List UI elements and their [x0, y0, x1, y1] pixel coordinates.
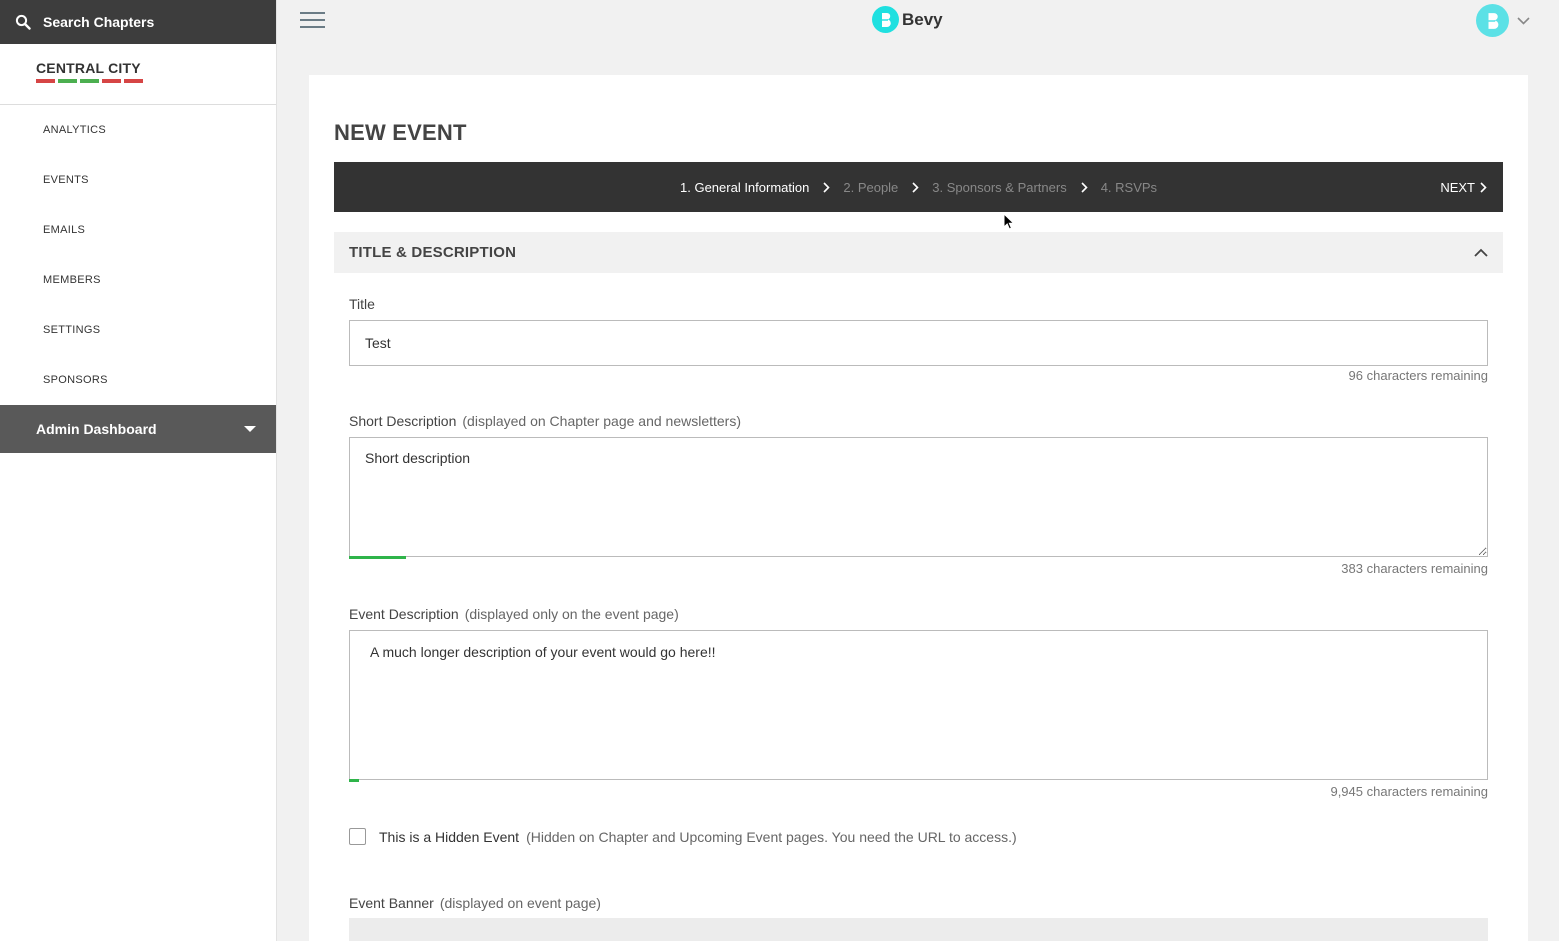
step-people[interactable]: 2. People: [843, 180, 898, 195]
event-banner-label: Event Banner: [349, 895, 434, 911]
next-button[interactable]: NEXT: [1440, 162, 1487, 212]
chevron-up-icon: [1474, 248, 1488, 257]
chapter-stripes: [36, 79, 276, 83]
chapter-stripe: [102, 79, 121, 83]
event-description-remaining: 9,945 characters remaining: [1330, 784, 1488, 799]
search-chapters-button[interactable]: Search Chapters: [0, 0, 276, 44]
hidden-event-hint: (Hidden on Chapter and Upcoming Event pa…: [526, 828, 1017, 845]
mouse-cursor-icon: [1003, 212, 1015, 235]
title-remaining: 96 characters remaining: [1348, 368, 1488, 383]
step-rsvps[interactable]: 4. RSVPs: [1101, 180, 1157, 195]
event-banner-hint: (displayed on event page): [439, 895, 601, 911]
chapter-header[interactable]: CENTRAL CITY: [0, 44, 276, 105]
sidebar-item-emails[interactable]: EMAILS: [0, 205, 276, 255]
event-description-editor[interactable]: A much longer description of your event …: [349, 630, 1488, 780]
chapter-stripe: [58, 79, 77, 83]
section-title: TITLE & DESCRIPTION: [349, 244, 517, 261]
step-sponsors-partners[interactable]: 3. Sponsors & Partners: [932, 180, 1066, 195]
title-input[interactable]: [349, 320, 1488, 366]
steps-bar: 1. General Information 2. People 3. Spon…: [334, 162, 1503, 212]
hidden-event-checkbox[interactable]: [349, 828, 366, 845]
hidden-event-row: This is a Hidden Event (Hidden on Chapte…: [349, 828, 1017, 845]
event-banner-label-row: Event Banner (displayed on event page): [349, 895, 601, 911]
bevy-logo-icon: [872, 6, 899, 33]
page-title: NEW EVENT: [334, 120, 467, 145]
sidebar-item-events[interactable]: EVENTS: [0, 155, 276, 205]
short-description-progress: [349, 556, 406, 559]
sidebar-item-sponsors[interactable]: SPONSORS: [0, 355, 276, 405]
chapter-stripe: [124, 79, 143, 83]
event-description-hint: (displayed only on the event page): [464, 606, 679, 622]
title-label: Title: [349, 296, 375, 312]
short-description-remaining: 383 characters remaining: [1341, 561, 1488, 576]
chevron-down-icon: [1517, 12, 1530, 30]
short-description-textarea[interactable]: Short description: [349, 437, 1488, 557]
next-label: NEXT: [1440, 179, 1475, 195]
section-title-description[interactable]: TITLE & DESCRIPTION: [334, 232, 1503, 273]
chevron-right-icon: [1081, 181, 1088, 193]
admin-dashboard-label: Admin Dashboard: [36, 421, 157, 437]
menu-icon[interactable]: [300, 11, 325, 29]
short-description-label-row: Short Description (displayed on Chapter p…: [349, 413, 741, 429]
caret-down-icon: [244, 426, 256, 432]
chapter-stripe: [36, 79, 55, 83]
chevron-right-icon: [1480, 181, 1487, 193]
admin-dashboard-dropdown[interactable]: Admin Dashboard: [0, 405, 276, 453]
sidebar-item-analytics[interactable]: ANALYTICS: [0, 105, 276, 155]
sidebar-item-members[interactable]: MEMBERS: [0, 255, 276, 305]
steps-list: 1. General Information 2. People 3. Spon…: [680, 162, 1157, 212]
search-chapters-label: Search Chapters: [43, 14, 155, 30]
avatar: [1476, 4, 1509, 37]
chevron-right-icon: [823, 181, 830, 193]
brand-name: Bevy: [902, 9, 943, 29]
short-description-label: Short Description: [349, 413, 457, 429]
chapter-name: CENTRAL CITY: [36, 60, 141, 76]
hidden-event-label[interactable]: This is a Hidden Event: [379, 829, 519, 845]
chapter-stripe: [80, 79, 99, 83]
event-description-progress: [349, 779, 359, 782]
event-description-label: Event Description: [349, 606, 459, 622]
step-general-information[interactable]: 1. General Information: [680, 180, 809, 195]
user-menu[interactable]: [1476, 4, 1530, 37]
search-icon: [14, 13, 32, 31]
sidebar-nav: ANALYTICS EVENTS EMAILS MEMBERS SETTINGS…: [0, 105, 276, 405]
event-description-label-row: Event Description (displayed only on the …: [349, 606, 679, 622]
sidebar: Search Chapters CENTRAL CITY ANALYTICS E…: [0, 0, 277, 941]
brand-logo[interactable]: Bevy: [872, 6, 943, 33]
event-banner-upload[interactable]: [349, 918, 1488, 941]
sidebar-item-settings[interactable]: SETTINGS: [0, 305, 276, 355]
chevron-right-icon: [912, 181, 919, 193]
event-form-card: NEW EVENT 1. General Information 2. Peop…: [309, 75, 1528, 941]
short-description-hint: (displayed on Chapter page and newslette…: [462, 413, 742, 429]
